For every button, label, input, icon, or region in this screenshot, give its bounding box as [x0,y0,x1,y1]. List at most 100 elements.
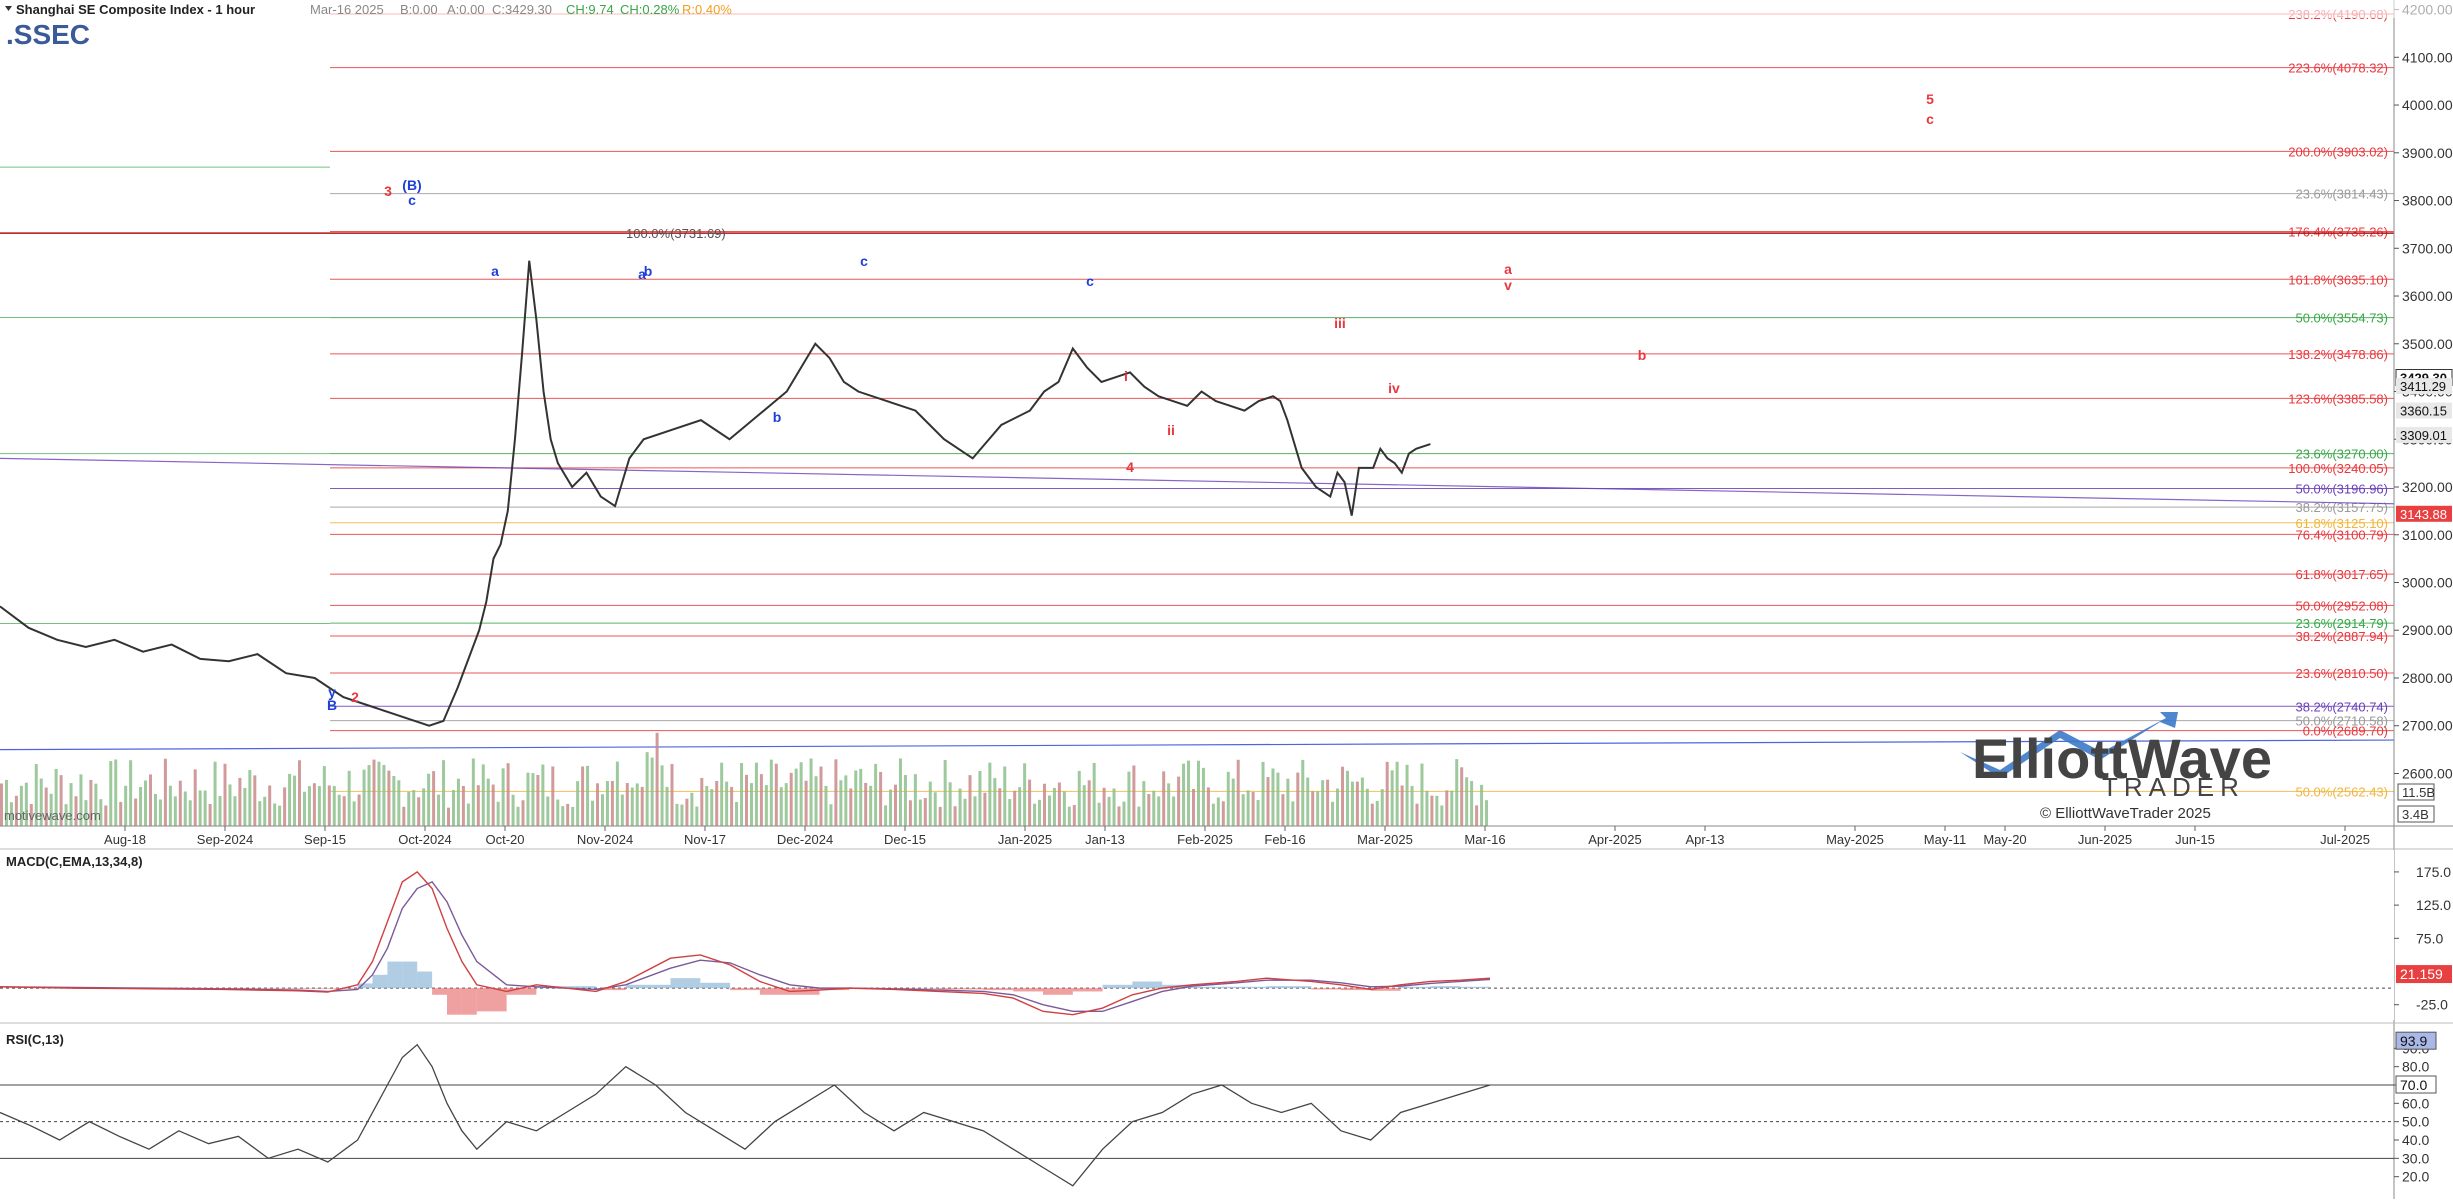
volume-bar [248,770,252,826]
price-tick-label: 3800.00 [2402,193,2453,209]
ticker-symbol: .SSEC [6,19,90,50]
price-tick-label: 3500.00 [2402,336,2453,352]
volume-bar [864,782,868,826]
volume-bar [362,769,366,826]
macd-histogram-bar [1430,986,1461,989]
volume-bar [610,781,614,826]
macd-histogram-bar [1192,986,1237,989]
volume-bar [789,772,793,826]
volume-bar [1018,787,1022,826]
volume-bar [908,800,912,826]
volume-bar [1251,791,1255,826]
volume-bar [1117,806,1121,826]
volume-bar [208,804,212,826]
rsi-flag-label: 93.9 [2400,1033,2427,1049]
volume-bar [1216,797,1220,826]
volume-bar [357,794,361,826]
wave-label: a [638,266,646,282]
time-tick-label: Oct-2024 [398,832,451,847]
fib-label: 38.2%(2887.94) [2295,629,2388,644]
macd-histogram-bar [1132,981,1163,989]
time-tick-label: Mar-2025 [1357,832,1413,847]
volume-bar [1107,796,1111,826]
volume-bar [903,775,907,826]
volume-bar [710,789,714,826]
macd-histogram-bar [1460,986,1490,989]
header-range: R:0.40% [682,2,732,17]
header-last: C:3429.30 [492,2,552,17]
volume-bar [288,773,292,826]
volume-bar [720,762,724,826]
volume-bar [809,758,813,826]
time-tick-label: Dec-2024 [777,832,833,847]
macd-histogram-bar [387,961,403,989]
volume-bar [1450,790,1454,826]
volume-bar [1052,787,1056,826]
macd-tick-label: 175.0 [2416,864,2451,880]
volume-bar [889,789,893,826]
volume-bar [988,762,992,826]
volume-bar [1147,794,1151,826]
volume-bar [1246,790,1250,826]
volume-bar [1187,760,1191,826]
volume-bar [1201,767,1205,826]
volume-bar [829,804,833,826]
volume-bar [1072,804,1076,826]
volume-bar [1033,803,1037,826]
volume-bar [1390,770,1394,826]
volume-bar [1177,776,1181,826]
macd-tick-label: 75.0 [2416,930,2443,946]
volume-bar [675,803,679,826]
volume-bar [715,781,719,826]
price-flag-label: 3360.15 [2400,404,2447,419]
macd-histogram-bar [447,988,462,1015]
rsi-flag-label: 70.0 [2400,1077,2427,1093]
volume-bar [1226,771,1230,826]
volume-bar [1102,787,1106,826]
volume-bar [874,763,878,826]
macd-flag-label: 21.159 [2400,966,2443,982]
volume-bar [764,785,768,826]
volume-bar [526,772,530,826]
volume-bar [561,806,565,826]
volume-bar [1057,782,1061,826]
volume-bar [223,763,227,826]
macd-histogram-bar [759,988,790,995]
fib-label: 50.0%(3196.96) [2295,481,2388,496]
price-tick-label: 4100.00 [2402,49,2453,65]
volume-bar [1087,780,1091,826]
volume-bar [402,806,406,826]
volume-bar [635,783,639,826]
volume-bar [1445,790,1449,826]
volume-bar [461,785,465,826]
volume-bar [759,774,763,826]
header-change-pts: CH:9.74 [566,2,614,17]
volume-bar [1162,771,1166,826]
wave-label: 3 [384,183,392,199]
volume-bar [1405,764,1409,826]
volume-bar [158,799,162,826]
volume-bar [422,788,426,826]
volume-bar [1047,795,1051,826]
macd-histogram-bar [1102,984,1133,989]
volume-bar [1182,763,1186,826]
volume-bar [1435,795,1439,826]
volume-bar [501,768,505,826]
volume-bar [581,766,585,826]
volume-bar [730,786,734,826]
wave-label: a [491,263,499,279]
volume-bar [1003,766,1007,826]
volume-bar [1067,806,1071,826]
volume-bar [307,786,311,826]
volume-bar [506,763,510,826]
volume-bar [551,766,555,826]
time-tick-label: Jun-15 [2175,832,2215,847]
logo-copyright: © ElliottWaveTrader 2025 [2040,805,2211,822]
wave-label: iv [1388,380,1400,396]
volume-bar [228,784,232,826]
volume-bar [665,786,669,826]
fib-label: 176.4%(3735.26) [2288,224,2388,239]
volume-bar [218,796,222,826]
volume-bar [486,778,490,826]
volume-bar [576,781,580,826]
